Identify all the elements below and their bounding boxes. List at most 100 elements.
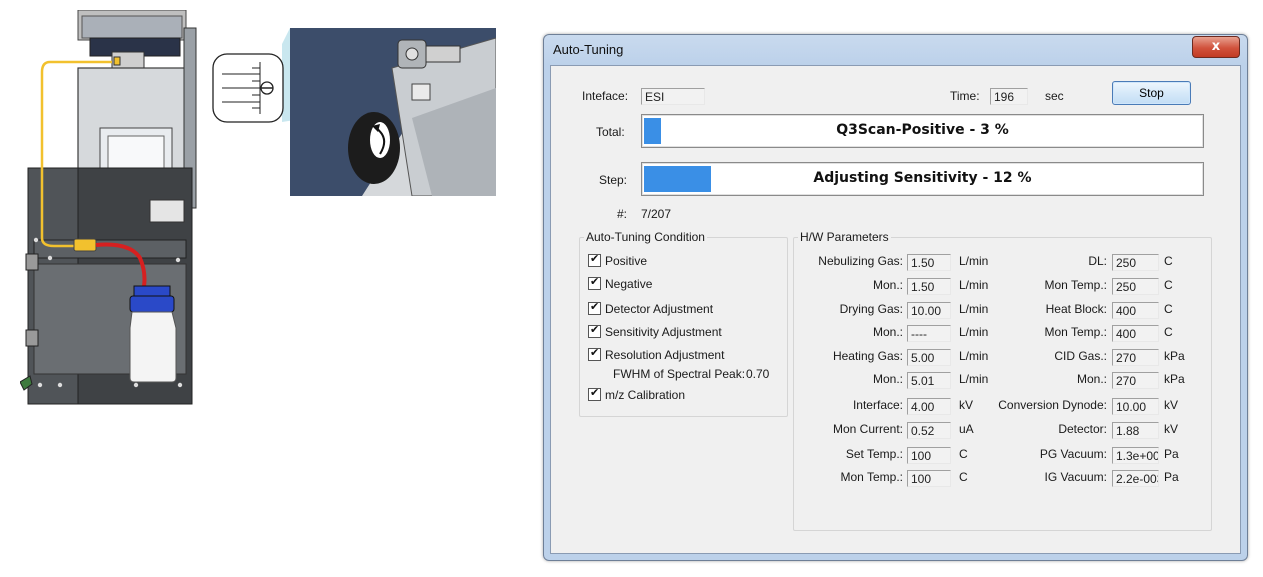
hw-param-unit: kPa bbox=[1164, 349, 1185, 363]
interface-label: Inteface: bbox=[582, 89, 629, 103]
title-bar[interactable]: Auto-Tuning x bbox=[544, 35, 1247, 65]
hw-param-unit: C bbox=[1164, 278, 1173, 292]
fwhm-label: FWHM of Spectral Peak: bbox=[613, 367, 746, 381]
hw-param-value: 0.52 bbox=[907, 422, 951, 439]
hw-param-value: 1.88 bbox=[1112, 422, 1159, 439]
positive-checkbox[interactable]: ✔ Positive bbox=[588, 253, 648, 268]
zoom-callout-illustration bbox=[212, 28, 496, 196]
hw-param-value: 5.00 bbox=[907, 349, 951, 366]
interface-field: ESI bbox=[641, 88, 705, 105]
checkbox-box: ✔ bbox=[588, 324, 601, 338]
total-label: Total: bbox=[596, 125, 625, 139]
check-icon: ✔ bbox=[590, 301, 600, 313]
check-icon: ✔ bbox=[590, 253, 600, 265]
time-unit: sec bbox=[1045, 89, 1064, 103]
detector-adjustment-checkbox[interactable]: ✔ Detector Adjustment bbox=[588, 301, 714, 316]
hw-param-label: Mon Temp.: bbox=[840, 470, 903, 484]
total-progress-bar: Q3Scan-Positive - 3 % bbox=[641, 114, 1204, 148]
hw-param-value: 400 bbox=[1112, 302, 1159, 319]
hw-param-unit: kV bbox=[1164, 398, 1179, 412]
hw-param-value: 4.00 bbox=[907, 398, 951, 415]
hw-param-value: 5.01 bbox=[907, 372, 951, 389]
hw-param-unit: C bbox=[1164, 302, 1173, 316]
resolution-adjustment-checkbox[interactable]: ✔ Resolution Adjustment bbox=[588, 347, 725, 362]
step-progress-bar: Adjusting Sensitivity - 12 % bbox=[641, 162, 1204, 196]
hw-param-value: 10.00 bbox=[1112, 398, 1159, 415]
close-button[interactable]: x bbox=[1192, 36, 1240, 58]
hw-param-value: 270 bbox=[1112, 349, 1159, 366]
stop-button[interactable]: Stop bbox=[1112, 81, 1191, 105]
hw-param-label: IG Vacuum: bbox=[1044, 470, 1107, 484]
hw-parameters-title: H/W Parameters bbox=[798, 230, 891, 244]
hw-param-value: 100 bbox=[907, 470, 951, 487]
check-icon: ✔ bbox=[590, 387, 600, 399]
hw-param-label: Mon.: bbox=[872, 372, 903, 386]
hw-param-label: Mon.: bbox=[1076, 372, 1107, 386]
time-label: Time: bbox=[950, 89, 980, 103]
checkbox-label: Positive bbox=[605, 254, 648, 268]
hw-param-value: 1.50 bbox=[907, 254, 951, 271]
hw-param-unit: Pa bbox=[1164, 447, 1179, 461]
hw-param-label: Set Temp.: bbox=[845, 447, 903, 461]
hw-param-value: 100 bbox=[907, 447, 951, 464]
fwhm-value: 0.70 bbox=[746, 367, 770, 381]
hw-param-label: Heat Block: bbox=[1045, 302, 1107, 316]
hw-param-value: ---- bbox=[907, 325, 951, 342]
hw-param-label: Mon Current: bbox=[832, 422, 903, 436]
window-title: Auto-Tuning bbox=[553, 42, 624, 57]
hw-param-value: 10.00 bbox=[907, 302, 951, 319]
hw-param-unit: C bbox=[959, 447, 968, 461]
hw-param-label: Detector: bbox=[1058, 422, 1107, 436]
hw-param-label: Mon.: bbox=[872, 325, 903, 339]
dialog-client-area: Inteface: ESI Time: 196 sec Stop Total: … bbox=[550, 65, 1241, 554]
hw-param-label: Conversion Dynode: bbox=[998, 398, 1107, 412]
checkbox-label: Sensitivity Adjustment bbox=[605, 325, 722, 339]
step-label: Step: bbox=[599, 173, 628, 187]
hw-param-label: Heating Gas: bbox=[832, 349, 903, 363]
count-value: 7/207 bbox=[641, 207, 672, 221]
check-icon: ✔ bbox=[590, 324, 600, 336]
negative-checkbox[interactable]: ✔ Negative bbox=[588, 276, 653, 291]
hw-param-label: Mon.: bbox=[872, 278, 903, 292]
checkbox-label: Resolution Adjustment bbox=[605, 348, 725, 362]
checkbox-box: ✔ bbox=[588, 387, 601, 401]
hw-param-label: Nebulizing Gas: bbox=[818, 254, 903, 268]
hw-param-unit: C bbox=[1164, 325, 1173, 339]
hw-param-value: 2.2e-003 bbox=[1112, 470, 1159, 487]
count-label: #: bbox=[617, 207, 628, 221]
auto-tuning-window: Auto-Tuning x Inteface: ESI Time: 196 se… bbox=[543, 34, 1248, 561]
hw-param-label: PG Vacuum: bbox=[1039, 447, 1107, 461]
sensitivity-adjustment-checkbox[interactable]: ✔ Sensitivity Adjustment bbox=[588, 324, 722, 339]
mz-calibration-checkbox[interactable]: ✔ m/z Calibration bbox=[588, 387, 685, 402]
stop-button-label: Stop bbox=[1139, 86, 1164, 100]
checkbox-box: ✔ bbox=[588, 253, 601, 267]
checkbox-box: ✔ bbox=[588, 347, 601, 361]
checkbox-label: Negative bbox=[605, 277, 653, 291]
hw-param-value: 270 bbox=[1112, 372, 1159, 389]
instrument-illustration bbox=[20, 10, 197, 405]
hw-param-value: 1.3e+002 bbox=[1112, 447, 1159, 464]
hw-param-label: Drying Gas: bbox=[839, 302, 903, 316]
hw-param-unit: C bbox=[959, 470, 968, 484]
hw-param-label: CID Gas.: bbox=[1054, 349, 1107, 363]
hw-param-unit: C bbox=[1164, 254, 1173, 268]
hw-param-value: 400 bbox=[1112, 325, 1159, 342]
hw-param-unit: kPa bbox=[1164, 372, 1185, 386]
total-progress-text: Q3Scan-Positive - 3 % bbox=[836, 122, 1009, 138]
hw-param-unit: kV bbox=[1164, 422, 1179, 436]
step-progress-text: Adjusting Sensitivity - 12 % bbox=[813, 170, 1032, 186]
hw-param-unit: Pa bbox=[1164, 470, 1179, 484]
time-field: 196 bbox=[990, 88, 1028, 105]
auto-tuning-condition-title: Auto-Tuning Condition bbox=[584, 230, 707, 244]
check-icon: ✔ bbox=[590, 276, 600, 288]
hw-param-value: 1.50 bbox=[907, 278, 951, 295]
checkbox-box: ✔ bbox=[588, 301, 601, 315]
hw-param-label: Mon Temp.: bbox=[1044, 278, 1107, 292]
checkbox-box: ✔ bbox=[588, 276, 601, 290]
hw-param-value: 250 bbox=[1112, 278, 1159, 295]
hw-param-value: 250 bbox=[1112, 254, 1159, 271]
hw-param-label: Interface: bbox=[852, 398, 903, 412]
checkbox-label: Detector Adjustment bbox=[605, 302, 714, 316]
hw-param-label: DL: bbox=[1088, 254, 1107, 268]
hw-param-label: Mon Temp.: bbox=[1044, 325, 1107, 339]
